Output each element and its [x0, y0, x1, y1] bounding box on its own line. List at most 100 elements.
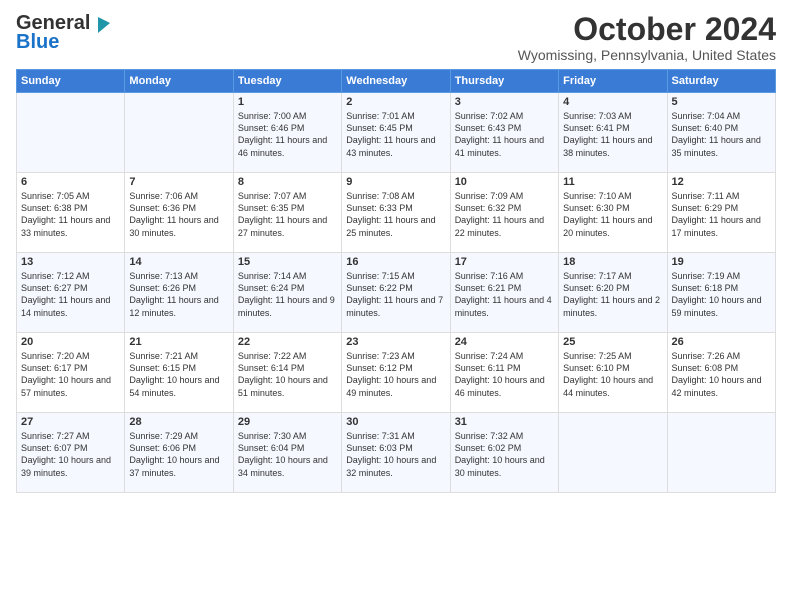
table-row: 21 Sunrise: 7:21 AMSunset: 6:15 PMDayligh… — [125, 333, 233, 413]
cell-info: Sunrise: 7:25 AMSunset: 6:10 PMDaylight:… — [563, 350, 662, 399]
table-row: 11Sunrise: 7:10 AMSunset: 6:30 PMDayligh… — [559, 173, 667, 253]
day-number: 15 — [238, 256, 337, 268]
table-row — [559, 413, 667, 493]
table-row: 15 Sunrise: 7:14 AMSunset: 6:24 PMDayligh… — [233, 253, 341, 333]
cell-info: Sunrise: 7:27 AMSunset: 6:07 PMDaylight:… — [21, 430, 120, 479]
day-number: 8 — [238, 176, 337, 188]
calendar-week-3: 13 Sunrise: 7:12 AMSunset: 6:27 PMDayligh… — [17, 253, 776, 333]
header: General Blue October 2024 Wyomissing, Pe… — [16, 12, 776, 63]
cell-info: Sunrise: 7:05 AMSunset: 6:38 PMDaylight:… — [21, 190, 120, 239]
table-row: 23Sunrise: 7:23 AMSunset: 6:12 PMDayligh… — [342, 333, 450, 413]
cell-info: Sunrise: 7:19 AMSunset: 6:18 PMDaylight:… — [672, 270, 771, 319]
cell-info: Sunrise: 7:00 AMSunset: 6:46 PMDaylight:… — [238, 110, 337, 159]
cell-info: Sunrise: 7:15 AMSunset: 6:22 PMDaylight:… — [346, 270, 445, 319]
table-row: 17 Sunrise: 7:16 AMSunset: 6:21 PMDayligh… — [450, 253, 558, 333]
cell-info: Sunrise: 7:07 AMSunset: 6:35 PMDaylight:… — [238, 190, 337, 239]
col-sunday: Sunday — [17, 70, 125, 93]
day-number: 17 — [455, 256, 554, 268]
table-row: 4 Sunrise: 7:03 AMSunset: 6:41 PMDaylight… — [559, 93, 667, 173]
col-monday: Monday — [125, 70, 233, 93]
table-row: 26 Sunrise: 7:26 AMSunset: 6:08 PMDayligh… — [667, 333, 775, 413]
day-number: 5 — [672, 96, 771, 108]
table-row: 19 Sunrise: 7:19 AMSunset: 6:18 PMDayligh… — [667, 253, 775, 333]
day-number: 18 — [563, 256, 662, 268]
cell-info: Sunrise: 7:16 AMSunset: 6:21 PMDaylight:… — [455, 270, 554, 319]
day-number: 28 — [129, 416, 228, 428]
cell-info: Sunrise: 7:20 AMSunset: 6:17 PMDaylight:… — [21, 350, 120, 399]
cell-info: Sunrise: 7:14 AMSunset: 6:24 PMDaylight:… — [238, 270, 337, 319]
table-row: 25 Sunrise: 7:25 AMSunset: 6:10 PMDayligh… — [559, 333, 667, 413]
day-number: 21 — [129, 336, 228, 348]
table-row: 20 Sunrise: 7:20 AMSunset: 6:17 PMDayligh… — [17, 333, 125, 413]
day-number: 13 — [21, 256, 120, 268]
table-row — [667, 413, 775, 493]
day-number: 12 — [672, 176, 771, 188]
day-number: 27 — [21, 416, 120, 428]
cell-info: Sunrise: 7:02 AMSunset: 6:43 PMDaylight:… — [455, 110, 554, 159]
day-number: 3 — [455, 96, 554, 108]
table-row: 10 Sunrise: 7:09 AMSunset: 6:32 PMDayligh… — [450, 173, 558, 253]
col-friday: Friday — [559, 70, 667, 93]
table-row: 13 Sunrise: 7:12 AMSunset: 6:27 PMDayligh… — [17, 253, 125, 333]
day-number: 14 — [129, 256, 228, 268]
cell-info: Sunrise: 7:12 AMSunset: 6:27 PMDaylight:… — [21, 270, 120, 319]
cell-info: Sunrise: 7:08 AMSunset: 6:33 PMDaylight:… — [346, 190, 445, 239]
header-row: Sunday Monday Tuesday Wednesday Thursday… — [17, 70, 776, 93]
calendar-week-4: 20 Sunrise: 7:20 AMSunset: 6:17 PMDayligh… — [17, 333, 776, 413]
cell-info: Sunrise: 7:31 AMSunset: 6:03 PMDaylight:… — [346, 430, 445, 479]
col-thursday: Thursday — [450, 70, 558, 93]
day-number: 29 — [238, 416, 337, 428]
calendar-table: Sunday Monday Tuesday Wednesday Thursday… — [16, 69, 776, 493]
table-row: 27 Sunrise: 7:27 AMSunset: 6:07 PMDayligh… — [17, 413, 125, 493]
cell-info: Sunrise: 7:24 AMSunset: 6:11 PMDaylight:… — [455, 350, 554, 399]
day-number: 7 — [129, 176, 228, 188]
cell-info: Sunrise: 7:03 AMSunset: 6:41 PMDaylight:… — [563, 110, 662, 159]
cell-info: Sunrise: 7:29 AMSunset: 6:06 PMDaylight:… — [129, 430, 228, 479]
table-row: 2Sunrise: 7:01 AMSunset: 6:45 PMDaylight… — [342, 93, 450, 173]
month-title: October 2024 — [518, 12, 776, 47]
cell-info: Sunrise: 7:21 AMSunset: 6:15 PMDaylight:… — [129, 350, 228, 399]
day-number: 30 — [346, 416, 445, 428]
day-number: 23 — [346, 336, 445, 348]
table-row — [17, 93, 125, 173]
day-number: 16 — [346, 256, 445, 268]
cell-info: Sunrise: 7:10 AMSunset: 6:30 PMDaylight:… — [563, 190, 662, 239]
day-number: 22 — [238, 336, 337, 348]
table-row: 1 Sunrise: 7:00 AMSunset: 6:46 PMDaylight… — [233, 93, 341, 173]
logo-icon — [90, 13, 112, 35]
day-number: 25 — [563, 336, 662, 348]
day-number: 9 — [346, 176, 445, 188]
cell-info: Sunrise: 7:04 AMSunset: 6:40 PMDaylight:… — [672, 110, 771, 159]
table-row: 8 Sunrise: 7:07 AMSunset: 6:35 PMDaylight… — [233, 173, 341, 253]
table-row: 18 Sunrise: 7:17 AMSunset: 6:20 PMDayligh… — [559, 253, 667, 333]
cell-info: Sunrise: 7:17 AMSunset: 6:20 PMDaylight:… — [563, 270, 662, 319]
day-number: 26 — [672, 336, 771, 348]
table-row: 29Sunrise: 7:30 AMSunset: 6:04 PMDayligh… — [233, 413, 341, 493]
day-number: 19 — [672, 256, 771, 268]
table-row: 28 Sunrise: 7:29 AMSunset: 6:06 PMDayligh… — [125, 413, 233, 493]
calendar-week-2: 6Sunrise: 7:05 AMSunset: 6:38 PMDaylight… — [17, 173, 776, 253]
table-row: 6Sunrise: 7:05 AMSunset: 6:38 PMDaylight… — [17, 173, 125, 253]
day-number: 2 — [346, 96, 445, 108]
day-number: 31 — [455, 416, 554, 428]
cell-info: Sunrise: 7:26 AMSunset: 6:08 PMDaylight:… — [672, 350, 771, 399]
calendar-week-5: 27 Sunrise: 7:27 AMSunset: 6:07 PMDayligh… — [17, 413, 776, 493]
day-number: 20 — [21, 336, 120, 348]
title-block: October 2024 Wyomissing, Pennsylvania, U… — [518, 12, 776, 63]
cell-info: Sunrise: 7:13 AMSunset: 6:26 PMDaylight:… — [129, 270, 228, 319]
cell-info: Sunrise: 7:06 AMSunset: 6:36 PMDaylight:… — [129, 190, 228, 239]
col-wednesday: Wednesday — [342, 70, 450, 93]
day-number: 1 — [238, 96, 337, 108]
cell-info: Sunrise: 7:09 AMSunset: 6:32 PMDaylight:… — [455, 190, 554, 239]
day-number: 4 — [563, 96, 662, 108]
table-row: 7 Sunrise: 7:06 AMSunset: 6:36 PMDaylight… — [125, 173, 233, 253]
location: Wyomissing, Pennsylvania, United States — [518, 47, 776, 63]
table-row: 24Sunrise: 7:24 AMSunset: 6:11 PMDayligh… — [450, 333, 558, 413]
col-tuesday: Tuesday — [233, 70, 341, 93]
day-number: 10 — [455, 176, 554, 188]
col-saturday: Saturday — [667, 70, 775, 93]
logo: General Blue — [16, 12, 112, 54]
table-row: 16 Sunrise: 7:15 AMSunset: 6:22 PMDayligh… — [342, 253, 450, 333]
cell-info: Sunrise: 7:32 AMSunset: 6:02 PMDaylight:… — [455, 430, 554, 479]
table-row: 30 Sunrise: 7:31 AMSunset: 6:03 PMDayligh… — [342, 413, 450, 493]
